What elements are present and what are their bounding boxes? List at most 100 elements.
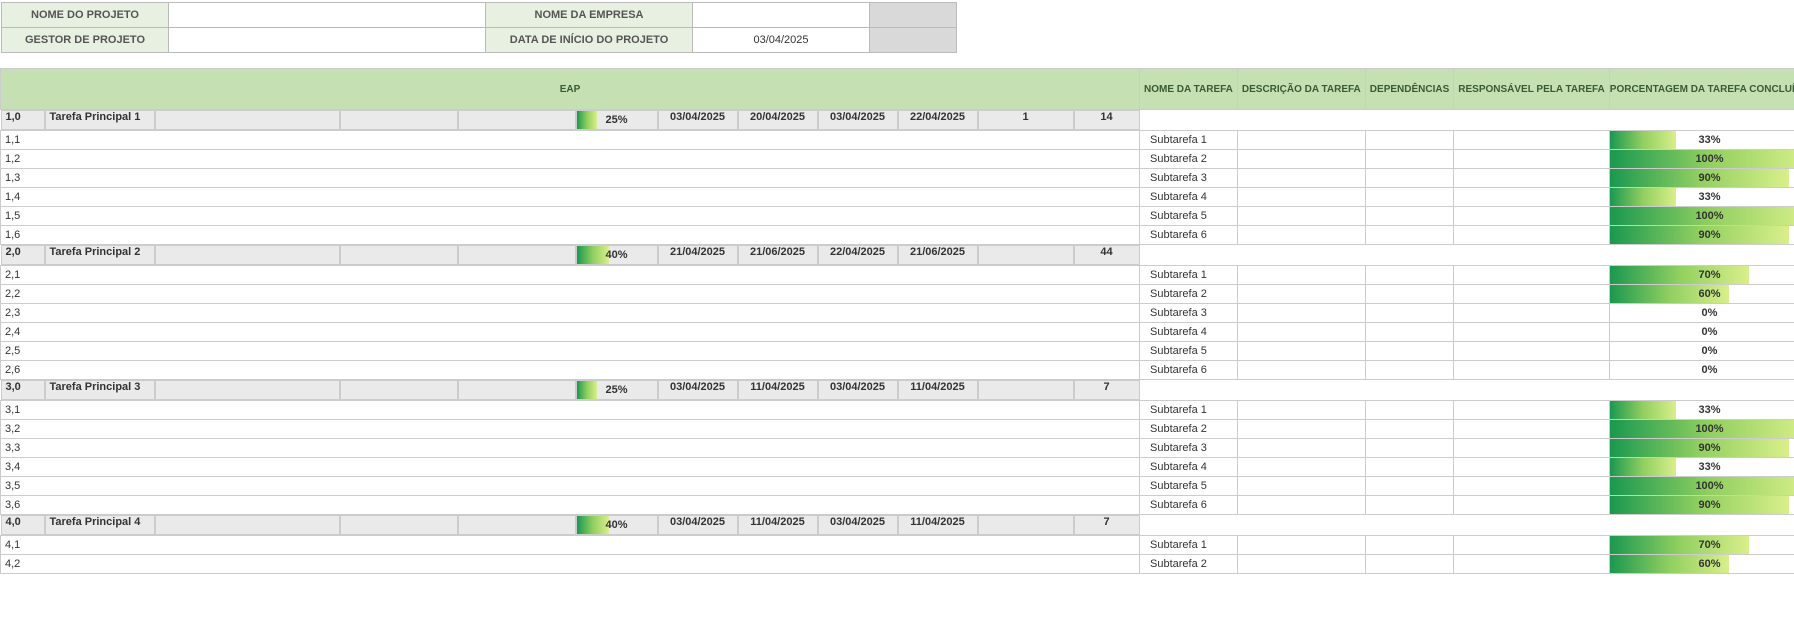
cell-dep[interactable] bbox=[1365, 536, 1453, 555]
cell-desc[interactable] bbox=[1237, 496, 1365, 515]
cell-pct[interactable]: 40% bbox=[576, 245, 658, 265]
cell-var[interactable]: 1 bbox=[978, 110, 1074, 130]
cell-resp[interactable] bbox=[458, 245, 576, 265]
cell-name[interactable]: Subtarefa 2 bbox=[1140, 555, 1238, 574]
cell-desc[interactable] bbox=[1237, 420, 1365, 439]
cell-eap[interactable]: 1,3 bbox=[1, 169, 1140, 188]
cell-desc[interactable] bbox=[1237, 323, 1365, 342]
cell-name[interactable]: Subtarefa 2 bbox=[1140, 285, 1238, 304]
table-row[interactable]: 1,3Subtarefa 390%13/04/202520/04/202513/… bbox=[1, 169, 1794, 188]
cell-dep[interactable] bbox=[340, 245, 458, 265]
cell-dep[interactable] bbox=[1365, 361, 1453, 380]
cell-desc[interactable] bbox=[155, 515, 340, 535]
cell-rend[interactable]: 22/04/2025 bbox=[898, 110, 978, 130]
cell-resp[interactable] bbox=[1454, 131, 1610, 150]
cell-desc[interactable] bbox=[1237, 304, 1365, 323]
cell-resp[interactable] bbox=[1454, 555, 1610, 574]
table-row[interactable]: 2,4Subtarefa 40%0 bbox=[1, 323, 1794, 342]
cell-rend[interactable]: 11/04/2025 bbox=[898, 380, 978, 400]
cell-name[interactable]: Subtarefa 6 bbox=[1140, 496, 1238, 515]
table-row[interactable]: 2,1Subtarefa 170%21/04/202517/06/202522/… bbox=[1, 266, 1794, 285]
cell-name[interactable]: Subtarefa 2 bbox=[1140, 420, 1238, 439]
cell-end[interactable]: 20/04/2025 bbox=[738, 110, 818, 130]
table-row[interactable]: 1,4Subtarefa 433%03/04/202511/04/202503/… bbox=[1, 188, 1794, 207]
cell-desc[interactable] bbox=[1237, 439, 1365, 458]
cell-desc[interactable] bbox=[1237, 150, 1365, 169]
cell-eap[interactable]: 1,6 bbox=[1, 226, 1140, 245]
table-row[interactable]: 3,6Subtarefa 690%13/04/202520/04/202513/… bbox=[1, 496, 1794, 515]
cell-pct[interactable]: 90% bbox=[1609, 169, 1794, 188]
cell-eap[interactable]: 3,1 bbox=[1, 401, 1140, 420]
cell-end[interactable]: 11/04/2025 bbox=[738, 515, 818, 535]
table-row[interactable]: 3,5Subtarefa 5100%08/04/202520/04/202508… bbox=[1, 477, 1794, 496]
cell-desc[interactable] bbox=[1237, 458, 1365, 477]
cell-resp[interactable] bbox=[1454, 361, 1610, 380]
task-table[interactable]: EAP NOME DA TAREFA DESCRIÇÃO DA TAREFA D… bbox=[0, 68, 1794, 574]
cell-start[interactable]: 03/04/2025 bbox=[658, 380, 738, 400]
cell-dep[interactable] bbox=[1365, 304, 1453, 323]
cell-name[interactable]: Subtarefa 6 bbox=[1140, 361, 1238, 380]
cell-pct[interactable]: 90% bbox=[1609, 439, 1794, 458]
cell-dep[interactable] bbox=[1365, 266, 1453, 285]
value-project-name[interactable] bbox=[169, 3, 486, 28]
cell-name[interactable]: Subtarefa 4 bbox=[1140, 323, 1238, 342]
cell-var[interactable] bbox=[978, 515, 1074, 535]
table-row[interactable]: 4,0Tarefa Principal 440%03/04/202511/04/… bbox=[1, 515, 1140, 535]
cell-dur[interactable]: 14 bbox=[1074, 110, 1140, 130]
cell-eap[interactable]: 3,5 bbox=[1, 477, 1140, 496]
cell-eap[interactable]: 2,6 bbox=[1, 361, 1140, 380]
cell-name[interactable]: Subtarefa 5 bbox=[1140, 342, 1238, 361]
cell-desc[interactable] bbox=[1237, 477, 1365, 496]
cell-resp[interactable] bbox=[1454, 439, 1610, 458]
value-project-manager[interactable] bbox=[169, 28, 486, 53]
cell-pct[interactable]: 33% bbox=[1609, 188, 1794, 207]
cell-eap[interactable]: 3,2 bbox=[1, 420, 1140, 439]
cell-var[interactable] bbox=[978, 245, 1074, 265]
cell-resp[interactable] bbox=[1454, 342, 1610, 361]
cell-name[interactable]: Subtarefa 3 bbox=[1140, 439, 1238, 458]
cell-resp[interactable] bbox=[1454, 150, 1610, 169]
table-row[interactable]: 3,1Subtarefa 133%03/04/202511/04/202503/… bbox=[1, 401, 1794, 420]
table-row[interactable]: 2,2Subtarefa 260%05/05/202521/06/202503/… bbox=[1, 285, 1794, 304]
table-row[interactable]: 3,0Tarefa Principal 325%03/04/202511/04/… bbox=[1, 380, 1140, 400]
cell-rstart[interactable]: 03/04/2025 bbox=[818, 515, 898, 535]
col-name[interactable]: NOME DA TAREFA bbox=[1140, 69, 1238, 110]
cell-eap[interactable]: 4,2 bbox=[1, 555, 1140, 574]
cell-eap[interactable]: 2,1 bbox=[1, 266, 1140, 285]
cell-dep[interactable] bbox=[1365, 188, 1453, 207]
table-row[interactable]: 3,3Subtarefa 390%13/04/202520/04/202513/… bbox=[1, 439, 1794, 458]
cell-eap[interactable]: 1,5 bbox=[1, 207, 1140, 226]
cell-pct[interactable]: 25% bbox=[576, 110, 658, 130]
col-eap[interactable]: EAP bbox=[1, 69, 1140, 110]
cell-resp[interactable] bbox=[458, 515, 576, 535]
cell-dep[interactable] bbox=[1365, 323, 1453, 342]
cell-dep[interactable] bbox=[1365, 285, 1453, 304]
cell-resp[interactable] bbox=[1454, 226, 1610, 245]
cell-eap[interactable]: 1,2 bbox=[1, 150, 1140, 169]
cell-desc[interactable] bbox=[1237, 226, 1365, 245]
cell-pct[interactable]: 0% bbox=[1609, 342, 1794, 361]
cell-resp[interactable] bbox=[1454, 477, 1610, 496]
cell-eap[interactable]: 1,4 bbox=[1, 188, 1140, 207]
cell-rend[interactable]: 11/04/2025 bbox=[898, 515, 978, 535]
cell-resp[interactable] bbox=[1454, 323, 1610, 342]
cell-pct[interactable]: 60% bbox=[1609, 555, 1794, 574]
cell-pct[interactable]: 0% bbox=[1609, 304, 1794, 323]
cell-desc[interactable] bbox=[1237, 207, 1365, 226]
cell-name[interactable]: Subtarefa 6 bbox=[1140, 226, 1238, 245]
table-row[interactable]: 1,0Tarefa Principal 125%03/04/202520/04/… bbox=[1, 110, 1140, 130]
table-row[interactable]: 1,6Subtarefa 690%13/04/202520/04/202518/… bbox=[1, 226, 1794, 245]
cell-eap[interactable]: 1,1 bbox=[1, 131, 1140, 150]
cell-start[interactable]: 03/04/2025 bbox=[658, 515, 738, 535]
cell-pct[interactable]: 100% bbox=[1609, 150, 1794, 169]
cell-pct[interactable]: 25% bbox=[576, 380, 658, 400]
cell-desc[interactable] bbox=[155, 380, 340, 400]
cell-dep[interactable] bbox=[340, 110, 458, 130]
cell-pct[interactable]: 70% bbox=[1609, 266, 1794, 285]
cell-resp[interactable] bbox=[1454, 207, 1610, 226]
cell-dep[interactable] bbox=[1365, 496, 1453, 515]
cell-name[interactable]: Subtarefa 5 bbox=[1140, 477, 1238, 496]
cell-dep[interactable] bbox=[1365, 150, 1453, 169]
cell-resp[interactable] bbox=[1454, 536, 1610, 555]
cell-desc[interactable] bbox=[1237, 536, 1365, 555]
